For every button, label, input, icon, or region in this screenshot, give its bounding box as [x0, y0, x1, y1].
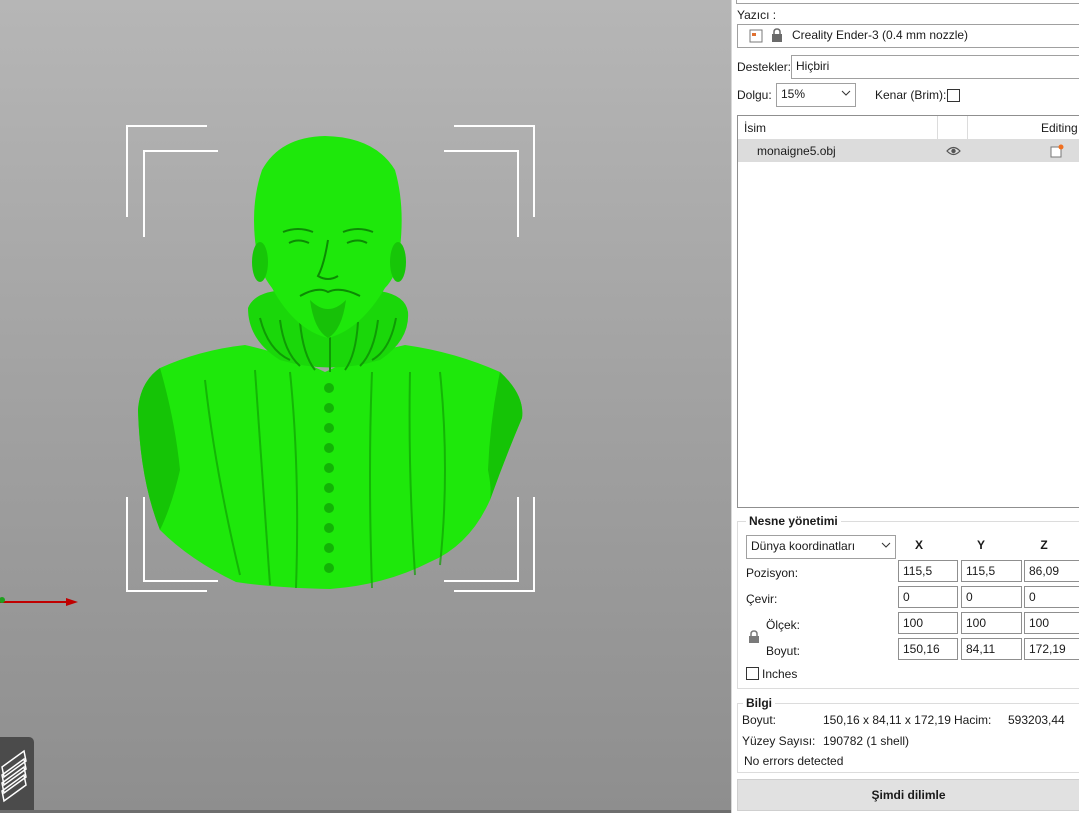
size-label: Boyut: [766, 644, 801, 658]
info-volume-value: 593203,44 [1008, 713, 1065, 727]
printer-name: Creality Ender-3 (0.4 mm nozzle) [792, 28, 969, 42]
inches-label: Inches [762, 667, 798, 681]
inches-checkbox[interactable] [746, 667, 759, 680]
eye-icon[interactable] [946, 145, 961, 157]
infill-label: Dolgu: [737, 88, 772, 102]
position-x-input[interactable]: 115,5 [898, 560, 958, 582]
axis-gizmo [0, 597, 78, 606]
info-facets-value: 190782 (1 shell) [823, 734, 910, 748]
rotation-z-input[interactable]: 0 [1024, 586, 1079, 608]
size-z-input[interactable]: 172,19 [1024, 638, 1079, 660]
supports-value: Hiçbiri [796, 59, 830, 73]
axis-z-header: Z [1040, 538, 1048, 552]
info-title: Bilgi [743, 696, 775, 710]
object-list[interactable]: İsim Editing monaigne5.obj [737, 115, 1079, 508]
brim-label: Kenar (Brim): [875, 88, 947, 102]
scale-x-input[interactable]: 100 [898, 612, 958, 634]
axis-y-header: Y [976, 538, 985, 552]
rotation-label: Çevir: [746, 592, 778, 606]
object-list-header: İsim Editing [738, 116, 1079, 140]
scene-canvas[interactable] [0, 0, 731, 813]
scale-z-input[interactable]: 100 [1024, 612, 1079, 634]
rotation-y-input[interactable]: 0 [961, 586, 1022, 608]
column-editing[interactable]: Editing [1041, 121, 1078, 135]
object-row[interactable]: monaigne5.obj [738, 140, 1079, 162]
lock-icon[interactable] [770, 28, 784, 43]
printer-label: Yazıcı : [737, 8, 777, 22]
size-y-input[interactable]: 84,11 [961, 638, 1022, 660]
column-name[interactable]: İsim [744, 121, 766, 135]
position-y-input[interactable]: 115,5 [961, 560, 1022, 582]
object-manipulation-title: Nesne yönetimi [746, 514, 841, 528]
info-size-value: 150,16 x 84,11 x 172,19 [823, 713, 951, 727]
settings-sidebar: Yazıcı : Creality Ender-3 (0.4 mm nozzle… [731, 0, 1079, 813]
object-name: monaigne5.obj [757, 144, 836, 158]
layers-icon [1, 749, 27, 803]
chevron-down-icon [841, 90, 851, 96]
size-x-input[interactable]: 150,16 [898, 638, 958, 660]
scale-y-input[interactable]: 100 [961, 612, 1022, 634]
info-errors: No errors detected [744, 754, 844, 768]
scale-lock-icon[interactable] [748, 630, 760, 644]
truncated-top-field[interactable] [736, 0, 1079, 4]
infill-value: 15% [781, 87, 806, 101]
slice-now-button[interactable]: Şimdi dilimle [737, 779, 1079, 811]
info-facets-label: Yüzey Sayısı: [742, 734, 816, 748]
supports-label: Destekler: [737, 60, 792, 74]
3d-viewport[interactable] [0, 0, 731, 813]
supports-combo[interactable]: Hiçbiri [791, 55, 1079, 79]
info-volume-label: Hacim: [954, 713, 992, 727]
brim-checkbox[interactable] [947, 89, 960, 102]
coordinate-system-value: Dünya koordinatları [751, 539, 856, 553]
scale-label: Ölçek: [766, 618, 801, 632]
coordinate-system-combo[interactable]: Dünya koordinatları [746, 535, 896, 559]
position-z-input[interactable]: 86,09 [1024, 560, 1079, 582]
info-size-label: Boyut: [742, 713, 777, 727]
position-label: Pozisyon: [746, 566, 799, 580]
3d-model-bust[interactable] [138, 136, 523, 589]
infill-combo[interactable]: 15% [776, 83, 856, 107]
axis-x-header: X [914, 538, 923, 552]
rotation-x-input[interactable]: 0 [898, 586, 958, 608]
edit-settings-icon[interactable] [1050, 144, 1064, 158]
printer-settings-icon[interactable] [749, 29, 763, 43]
chevron-down-icon [881, 542, 891, 548]
layers-toggle-button[interactable] [0, 737, 34, 813]
printer-combo[interactable]: Creality Ender-3 (0.4 mm nozzle) [737, 24, 1079, 48]
